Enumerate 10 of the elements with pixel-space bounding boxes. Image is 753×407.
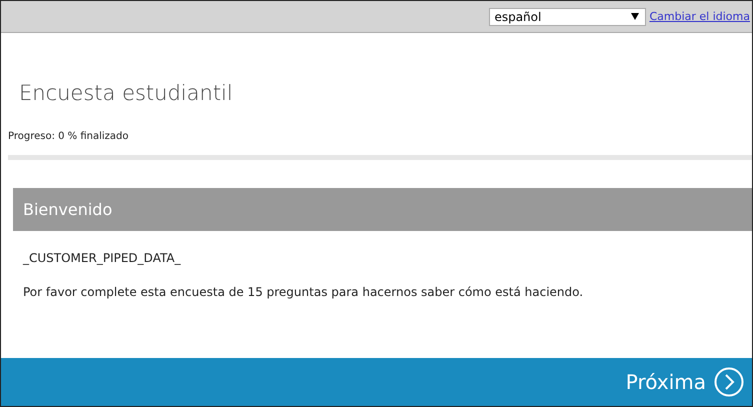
progress-text: Progreso: 0 % finalizado bbox=[8, 131, 130, 142]
caret-icon bbox=[631, 13, 640, 20]
survey-title: Encuesta estudiantil bbox=[19, 81, 234, 105]
change-language-link[interactable]: Cambiar el idioma bbox=[649, 10, 750, 23]
next-button[interactable]: Próxima bbox=[626, 367, 744, 397]
paragraph: _CUSTOMER_PIPED_DATA_ bbox=[23, 251, 182, 265]
section-title: Bienvenido bbox=[23, 200, 112, 219]
language-select[interactable]: español bbox=[489, 8, 646, 26]
chevron-circle-icon bbox=[714, 367, 744, 397]
paragraph: Por favor complete esta encuesta de 15 preguntas para hacernos saber cómo está haciendo. bbox=[23, 285, 584, 299]
